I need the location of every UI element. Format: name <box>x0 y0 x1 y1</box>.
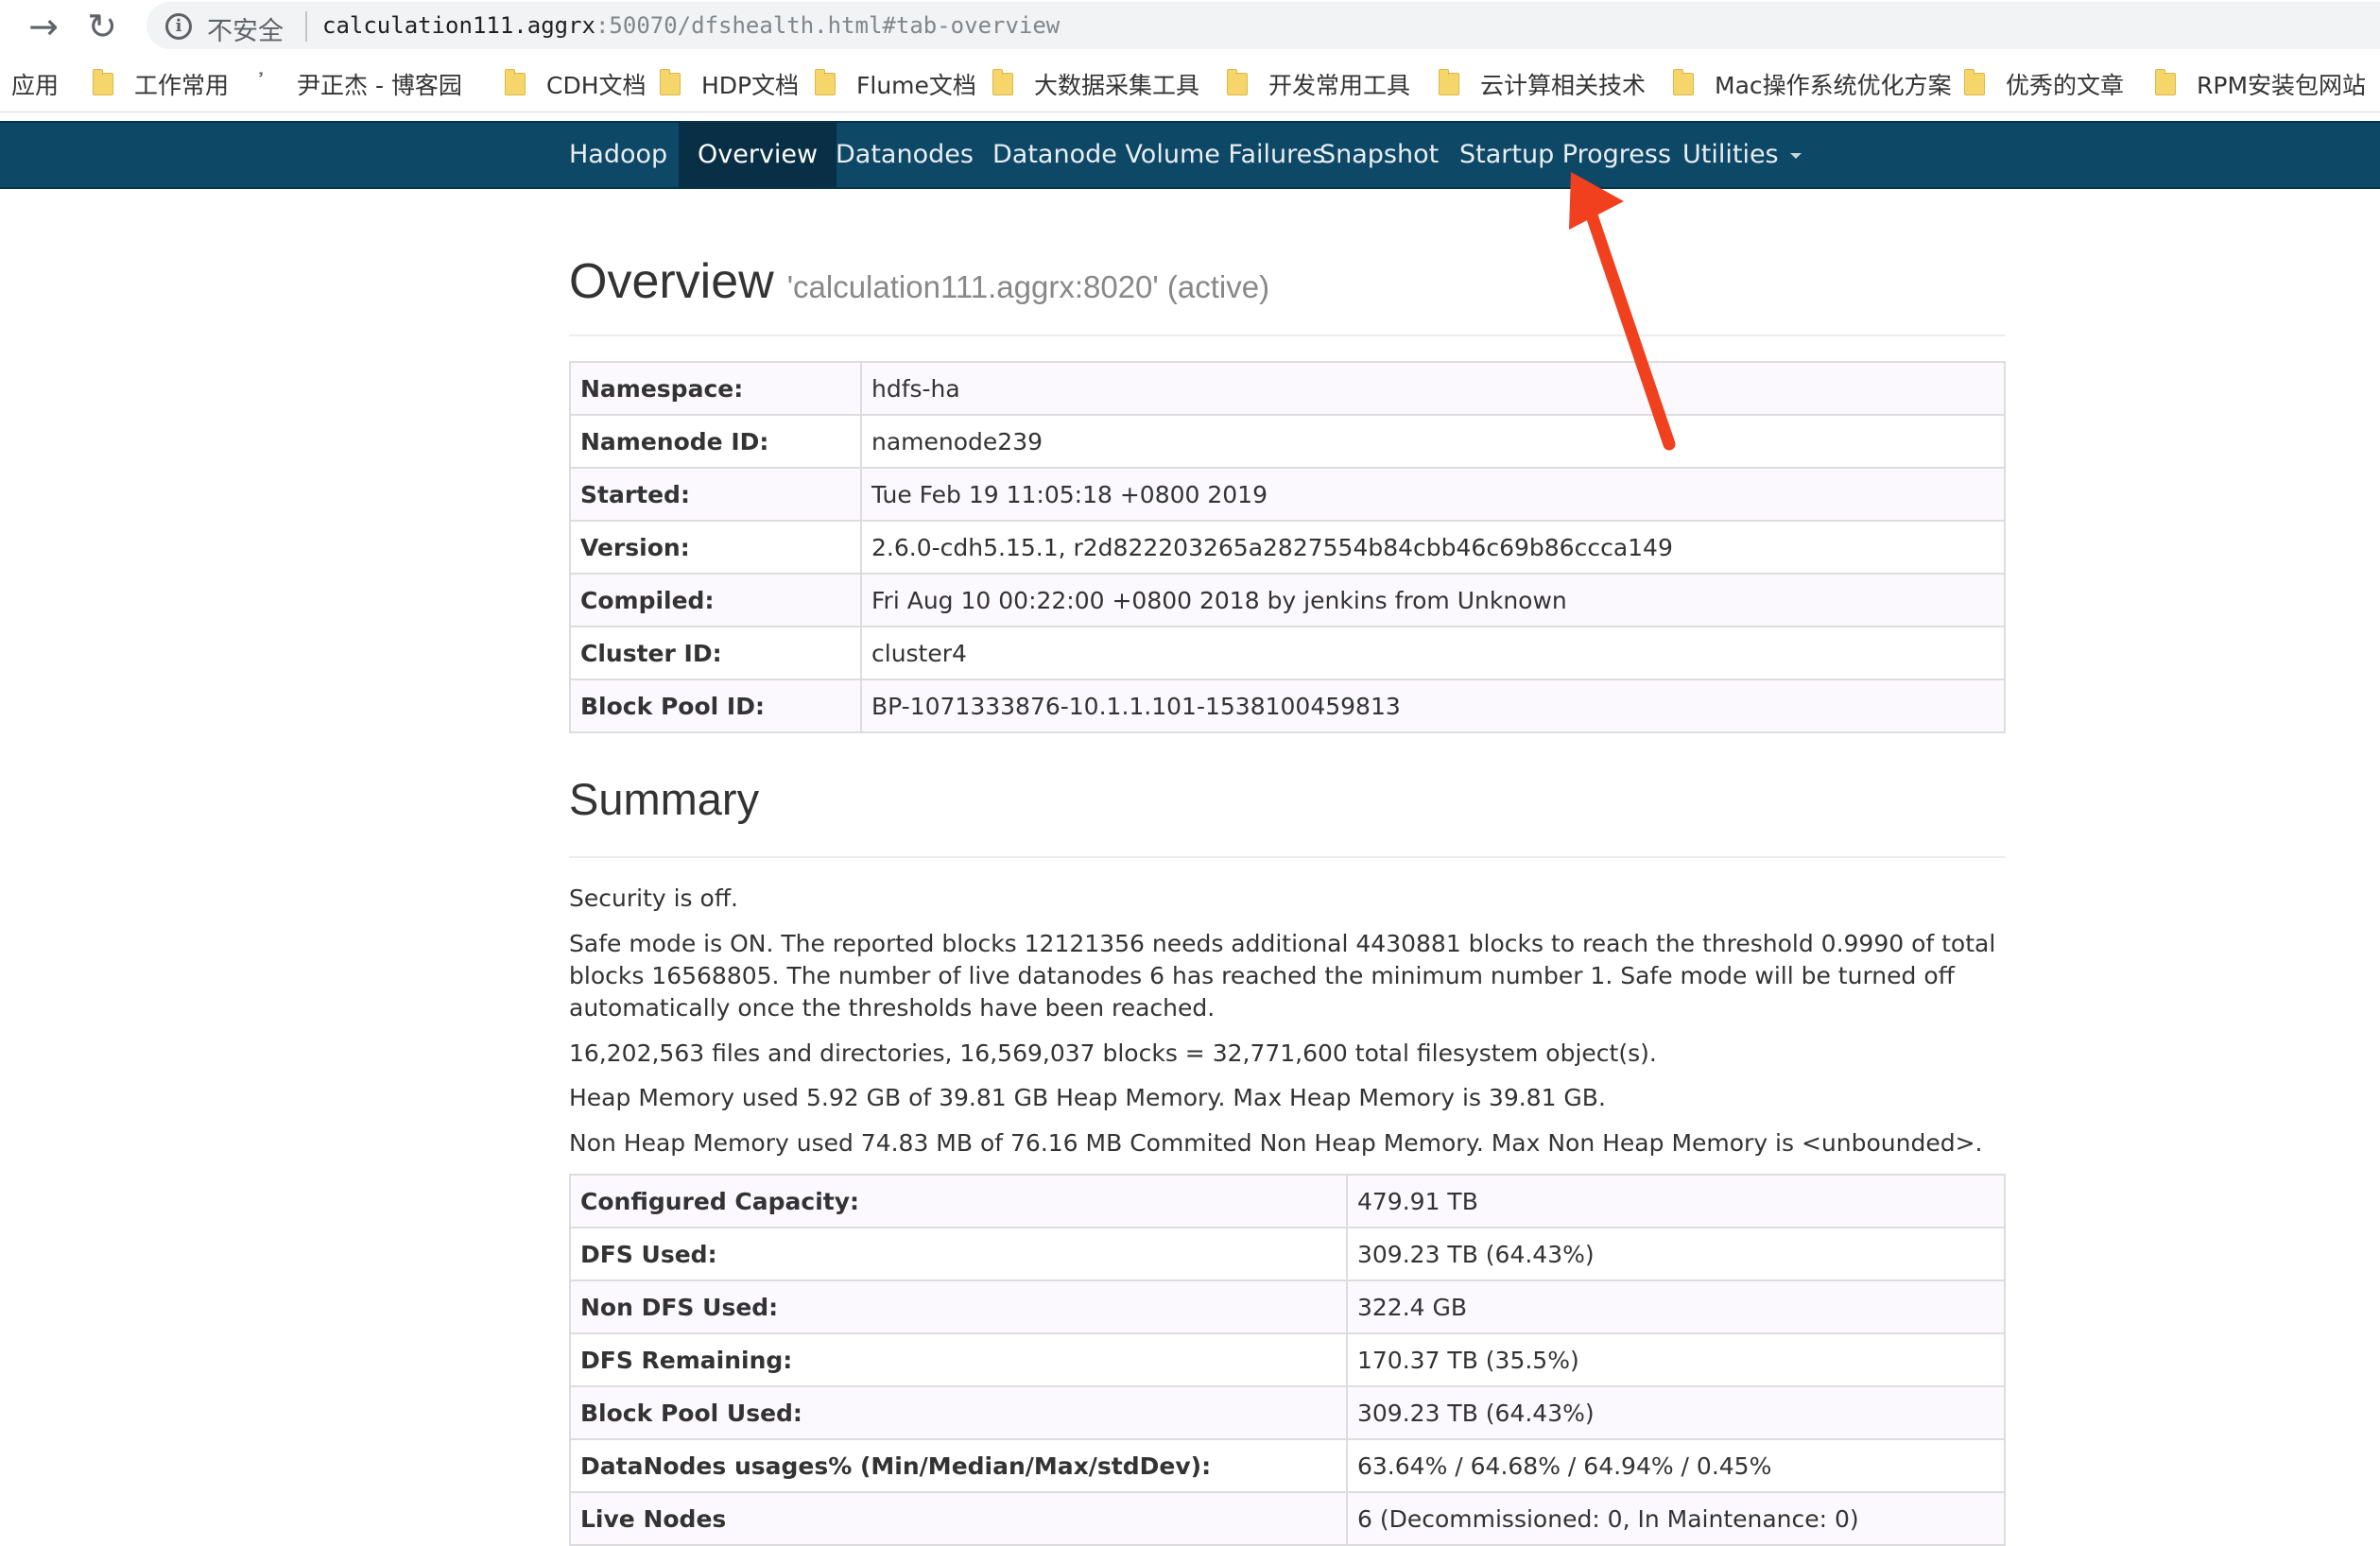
annotation-arrow-icon <box>1569 172 1676 451</box>
